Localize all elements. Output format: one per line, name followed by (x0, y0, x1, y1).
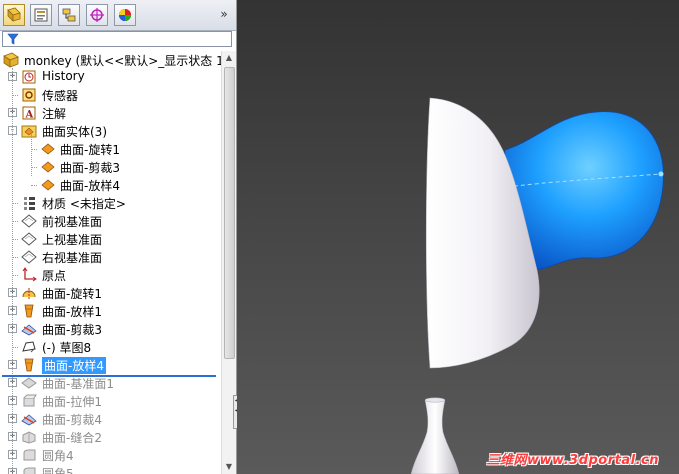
tree-item-label: 传感器 (42, 89, 79, 103)
annotation-icon: A (22, 106, 36, 121)
surface-knit-icon (22, 431, 36, 444)
tree-item-label: 曲面-旋转1 (60, 143, 120, 157)
tree-item[interactable]: 右视基准面 (0, 248, 222, 266)
model-view (410, 97, 664, 474)
display-manager-icon (119, 9, 131, 21)
tree-item[interactable]: + 曲面-剪裁4 (0, 410, 222, 428)
tree-item-label: 曲面-剪裁4 (42, 413, 102, 427)
tree-guide-line (12, 68, 13, 474)
panel-toolbar: » (0, 0, 236, 31)
surface-body-icon (41, 179, 55, 191)
tree-item-label: 右视基准面 (42, 251, 103, 265)
tree-item-label: 圆角4 (42, 449, 74, 463)
scrollbar-thumb[interactable] (224, 67, 235, 359)
surface-loft-icon (24, 304, 34, 318)
tree-item-label: 材质 <未指定> (42, 197, 126, 211)
feature-tree-icon (7, 7, 21, 22)
tree-item-label: 曲面-放样4 (60, 179, 120, 193)
feature-manager-tab[interactable] (3, 4, 25, 26)
tree-guide-line (31, 134, 32, 176)
plane-icon (21, 250, 37, 264)
filter-icon (7, 33, 19, 45)
expand-panel-button[interactable]: » (216, 6, 232, 22)
surface-trim-icon (21, 324, 37, 336)
scroll-down-arrow-icon[interactable]: ▼ (222, 460, 236, 474)
tree-item[interactable]: 曲面-放样4 (0, 176, 222, 194)
tree-item-label: 曲面-剪裁3 (42, 323, 102, 337)
scroll-up-arrow-icon[interactable]: ▲ (222, 51, 236, 65)
tree-item[interactable]: + 曲面-放样4 (0, 356, 222, 374)
tree-item-label: 曲面-旋转1 (42, 287, 102, 301)
tree-item-label: (-) 草图8 (42, 341, 92, 355)
sensor-icon (22, 88, 36, 102)
dimxpert-icon (90, 8, 104, 22)
tree-item[interactable]: + 曲面-旋转1 (0, 284, 222, 302)
property-manager-tab[interactable] (30, 4, 52, 26)
surface-plane-icon (21, 377, 37, 389)
tree-item-label: 上视基准面 (42, 233, 103, 247)
tree-item[interactable]: - 曲面实体(3) (0, 122, 222, 140)
feature-manager-panel: » monkey (默认<<默认>_显示状态 1 + History 传感器 + A 注解… (0, 0, 237, 474)
tree-item[interactable]: + A 注解 (0, 104, 222, 122)
tree-item-label: 曲面-放样4 (42, 357, 106, 374)
tree-item[interactable]: (-) 草图8 (0, 338, 222, 356)
tree-item[interactable]: 传感器 (0, 86, 222, 104)
tree-item[interactable]: + 曲面-缝合2 (0, 428, 222, 446)
surface-body-icon (41, 161, 55, 173)
fillet-icon (23, 449, 36, 461)
tree-item-label: 曲面实体(3) (42, 125, 107, 139)
fillet-icon (23, 467, 36, 474)
surface-trim-icon (21, 414, 37, 426)
display-manager-tab[interactable] (114, 4, 136, 26)
property-sheet-icon (34, 8, 48, 22)
tree-item-label: 曲面-拉伸1 (42, 395, 102, 409)
material-icon (24, 197, 35, 210)
white-surface-revolve[interactable] (425, 97, 540, 369)
tree-item-label: 原点 (42, 269, 67, 283)
plane-icon (21, 214, 37, 228)
plane-icon (21, 232, 37, 246)
part-icon (3, 52, 19, 68)
tree-item[interactable]: + 圆角4 (0, 446, 222, 464)
tree-item[interactable]: 材质 <未指定> (0, 194, 222, 212)
tree-item[interactable]: + History (0, 68, 222, 86)
rollback-bar[interactable] (2, 375, 216, 377)
origin-icon (22, 267, 37, 282)
tree-item[interactable]: + 曲面-放样1 (0, 302, 222, 320)
configuration-icon (62, 8, 76, 22)
graphics-viewport[interactable]: 三维网www.3dportal.cn (237, 0, 679, 474)
tree-filter-input[interactable] (2, 31, 232, 47)
tree-item[interactable]: 曲面-旋转1 (0, 140, 222, 158)
tree-item-label: 曲面-放样1 (42, 305, 102, 319)
history-icon (22, 70, 36, 84)
tree-item-label: 曲面-剪裁3 (60, 161, 120, 175)
tree-item[interactable]: 上视基准面 (0, 230, 222, 248)
surface-revolve-icon (22, 288, 36, 299)
tree-item-label: 注解 (42, 107, 67, 121)
tree-root-part[interactable]: monkey (默认<<默认>_显示状态 1 (2, 51, 224, 69)
surface-body-icon (41, 143, 55, 155)
white-neck-surface[interactable] (410, 399, 460, 474)
surface-bodies-folder-icon (21, 125, 37, 138)
tree-item-label: History (42, 69, 85, 83)
svg-text:A: A (25, 110, 34, 121)
tree-item-label: 曲面-缝合2 (42, 431, 102, 445)
tree-item[interactable]: 前视基准面 (0, 212, 222, 230)
tree-item[interactable]: + 曲面-拉伸1 (0, 392, 222, 410)
tree-item[interactable]: 原点 (0, 266, 222, 284)
sketch-icon (22, 341, 36, 353)
tree-item[interactable]: + 曲面-剪裁3 (0, 320, 222, 338)
tree-root-label: monkey (默认<<默认>_显示状态 1 (24, 53, 224, 68)
tree-item[interactable]: + 圆角5 (0, 464, 222, 474)
tree-item-label: 曲面-基准面1 (42, 377, 114, 391)
surface-loft-icon (24, 358, 34, 372)
tree-item[interactable]: 曲面-剪裁3 (0, 158, 222, 176)
configuration-manager-tab[interactable] (58, 4, 80, 26)
watermark-text: 三维网www.3dportal.cn (486, 453, 659, 468)
surface-extrude-icon (23, 394, 37, 407)
tree-item-label: 圆角5 (42, 467, 74, 474)
tree-item-label: 前视基准面 (42, 215, 103, 229)
dimxpert-manager-tab[interactable] (86, 4, 108, 26)
